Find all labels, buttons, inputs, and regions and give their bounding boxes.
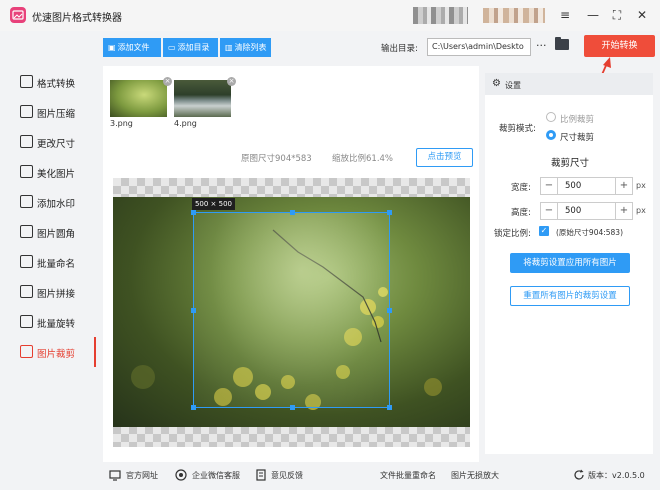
crop-size-label: 500 × 500 xyxy=(192,198,235,210)
crop-handle[interactable] xyxy=(191,308,196,313)
title-bar: 优速图片格式转换器 ≡ — ⛶ ✕ xyxy=(0,0,660,31)
height-input[interactable]: 500 xyxy=(558,203,615,219)
lock-ratio-label: 锁定比例: xyxy=(494,229,531,239)
rename-icon xyxy=(20,255,33,268)
monitor-icon xyxy=(109,470,121,481)
close-icon[interactable]: ✕ xyxy=(634,7,650,23)
settings-header: ⚙ 设置 xyxy=(485,73,653,95)
height-label: 高度: xyxy=(511,208,531,218)
batch-rename-link[interactable]: 文件批量重命名 xyxy=(380,470,436,481)
crop-handle[interactable] xyxy=(290,405,295,410)
app-title: 优速图片格式转换器 xyxy=(32,13,122,24)
beautify-icon xyxy=(20,165,33,178)
height-increment-button[interactable]: + xyxy=(615,203,632,219)
width-stepper[interactable]: − 500 + xyxy=(540,177,633,195)
preview-button[interactable]: 点击预览 xyxy=(416,148,473,167)
feedback-link[interactable]: 意见反馈 xyxy=(271,470,303,481)
rotate-icon xyxy=(20,315,33,328)
crop-handle[interactable] xyxy=(387,210,392,215)
crop-selection-box[interactable] xyxy=(191,210,392,410)
crop-handle[interactable] xyxy=(191,210,196,215)
clear-list-button[interactable]: ▥ 清除列表 xyxy=(220,38,271,57)
reset-all-button[interactable]: 重置所有图片的裁剪设置 xyxy=(510,286,630,306)
scale-ratio-text: 缩放比例61.4% xyxy=(332,154,394,164)
crop-handle[interactable] xyxy=(191,405,196,410)
sidebar-item-rotate[interactable]: 批量旋转 xyxy=(0,307,96,337)
height-decrement-button[interactable]: − xyxy=(541,203,558,219)
sidebar-item-rename[interactable]: 批量命名 xyxy=(0,247,96,277)
wechat-service-link[interactable]: 企业微信客服 xyxy=(192,470,240,481)
user-avatar-blurred[interactable] xyxy=(483,8,545,23)
apply-all-button[interactable]: 将裁剪设置应用所有图片 xyxy=(510,253,630,273)
sidebar-item-format-convert[interactable]: 格式转换 xyxy=(0,67,96,97)
format-convert-icon xyxy=(20,75,33,88)
lock-ratio-checkbox[interactable]: ✓ xyxy=(539,226,549,236)
feedback-icon xyxy=(256,469,266,481)
original-size-note: (原始尺寸904:583) xyxy=(556,228,624,237)
crop-mode-label: 裁剪模式: xyxy=(499,124,536,134)
menu-icon[interactable]: ≡ xyxy=(557,7,573,23)
add-folder-icon: ▭ xyxy=(168,43,176,52)
thumbnail-3[interactable] xyxy=(110,80,167,117)
width-label: 宽度: xyxy=(511,183,531,193)
original-size-text: 原图尺寸904*583 xyxy=(241,154,312,164)
output-dir-label: 输出目录: xyxy=(381,44,418,54)
crop-handle[interactable] xyxy=(387,405,392,410)
maximize-icon[interactable]: ⛶ xyxy=(609,7,625,23)
website-link[interactable]: 官方网址 xyxy=(126,470,158,481)
radio-ratio-crop[interactable] xyxy=(546,112,556,122)
app-logo-icon xyxy=(10,7,26,23)
gear-icon: ⚙ xyxy=(492,78,501,89)
headset-icon xyxy=(175,469,187,481)
minimize-icon[interactable]: — xyxy=(585,7,601,23)
sidebar-item-rounded-corner[interactable]: 图片圆角 xyxy=(0,217,96,247)
watermark-icon xyxy=(20,195,33,208)
crop-handle[interactable] xyxy=(387,308,392,313)
height-stepper[interactable]: − 500 + xyxy=(540,202,633,220)
width-input[interactable]: 500 xyxy=(558,178,615,194)
thumbnail-4[interactable] xyxy=(174,80,231,117)
preview-image xyxy=(113,197,470,427)
file-name: 3.png xyxy=(110,119,133,128)
version-text: 版本：v2.0.5.0 xyxy=(588,471,645,480)
size-crop-label[interactable]: 尺寸裁剪 xyxy=(560,131,594,143)
height-unit: px xyxy=(636,206,646,215)
sidebar-item-resize[interactable]: 更改尺寸 xyxy=(0,127,96,157)
trash-icon: ▥ xyxy=(225,43,233,52)
add-folder-button[interactable]: ▭ 添加目录 xyxy=(163,38,218,57)
file-name: 4.png xyxy=(174,119,197,128)
crop-size-title: 裁剪尺寸 xyxy=(551,158,590,169)
folder-icon[interactable] xyxy=(555,37,569,50)
more-options-button[interactable]: ··· xyxy=(536,39,547,52)
remove-file-icon[interactable]: × xyxy=(163,77,172,86)
start-convert-button[interactable]: 开始转换 xyxy=(584,35,655,57)
sidebar-item-compress[interactable]: 图片压缩 xyxy=(0,97,96,127)
sidebar-item-watermark[interactable]: 添加水印 xyxy=(0,187,96,217)
rounded-corner-icon xyxy=(20,225,33,238)
sidebar-item-crop[interactable]: 图片裁剪 xyxy=(0,337,96,367)
width-unit: px xyxy=(636,181,646,190)
add-file-icon: ▣ xyxy=(108,43,116,52)
radio-size-crop[interactable] xyxy=(546,130,556,140)
settings-panel: ⚙ 设置 裁剪模式: 比例裁剪 尺寸裁剪 裁剪尺寸 宽度: − 500 + px… xyxy=(485,73,653,454)
resize-icon xyxy=(20,135,33,148)
add-file-button[interactable]: ▣ 添加文件 xyxy=(103,38,161,57)
refresh-icon xyxy=(574,469,584,480)
output-dir-input[interactable]: C:\Users\admin\Deskto xyxy=(427,38,531,56)
main-panel: × 3.png × 4.png 原图尺寸904*583 缩放比例61.4% 点击… xyxy=(103,66,479,462)
sidebar-item-beautify[interactable]: 美化图片 xyxy=(0,157,96,187)
compress-icon xyxy=(20,105,33,118)
stitch-icon xyxy=(20,285,33,298)
remove-file-icon[interactable]: × xyxy=(227,77,236,86)
sidebar-item-stitch[interactable]: 图片拼接 xyxy=(0,277,96,307)
crop-icon xyxy=(20,345,33,358)
sidebar: 格式转换 图片压缩 更改尺寸 美化图片 添加水印 图片圆角 批量命名 图片拼接 … xyxy=(0,66,96,462)
width-increment-button[interactable]: + xyxy=(615,178,632,194)
user-info-blurred xyxy=(413,7,468,24)
ratio-crop-label[interactable]: 比例裁剪 xyxy=(560,113,594,125)
width-decrement-button[interactable]: − xyxy=(541,178,558,194)
crop-handle[interactable] xyxy=(290,210,295,215)
crop-canvas[interactable]: 500 × 500 xyxy=(113,178,470,447)
lossless-enlarge-link[interactable]: 图片无损放大 xyxy=(451,470,499,481)
